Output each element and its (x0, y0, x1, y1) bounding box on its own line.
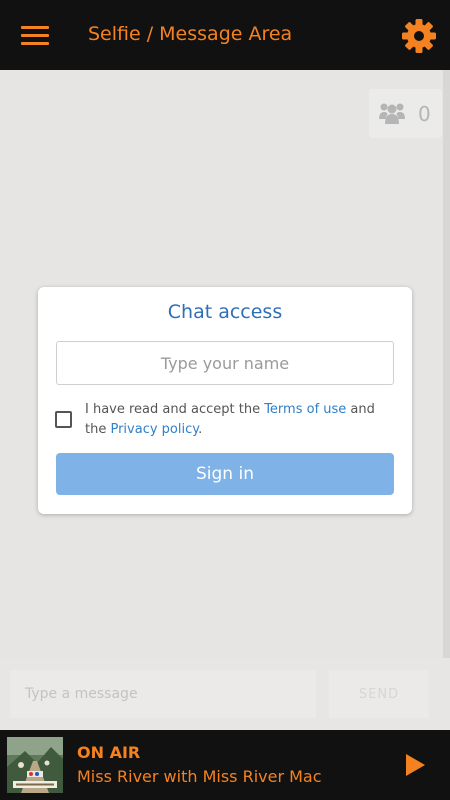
terms-of-use-link[interactable]: Terms of use (264, 402, 346, 417)
send-button[interactable]: SEND (329, 670, 429, 718)
page-title: Selfie / Message Area (88, 23, 293, 45)
chat-access-dialog: Chat access I have read and accept the T… (38, 287, 412, 514)
scrollbar[interactable] (443, 70, 450, 665)
users-icon (379, 102, 405, 124)
name-input[interactable] (56, 341, 394, 385)
gear-icon[interactable] (401, 18, 437, 54)
show-title: Miss River with Miss River Mac (77, 767, 322, 786)
online-count: 0 (418, 102, 431, 126)
radio-player: ON AIR Miss River with Miss River Mac (0, 730, 450, 800)
hamburger-menu-icon[interactable] (21, 26, 49, 46)
message-composer: SEND (0, 658, 450, 730)
play-icon[interactable] (404, 753, 426, 777)
album-art (7, 737, 63, 793)
message-input[interactable] (10, 670, 316, 718)
terms-checkbox[interactable] (55, 411, 72, 428)
app-header: Selfie / Message Area (0, 0, 450, 70)
online-users-badge: 0 (369, 89, 442, 138)
dialog-title: Chat access (167, 301, 283, 323)
sign-in-button[interactable]: Sign in (56, 453, 394, 495)
terms-prefix: I have read and accept the (85, 402, 265, 417)
terms-suffix: . (198, 422, 203, 437)
privacy-policy-link[interactable]: Privacy policy (110, 422, 198, 437)
terms-label: I have read and accept the Terms of use … (85, 400, 395, 440)
on-air-label: ON AIR (77, 743, 141, 762)
